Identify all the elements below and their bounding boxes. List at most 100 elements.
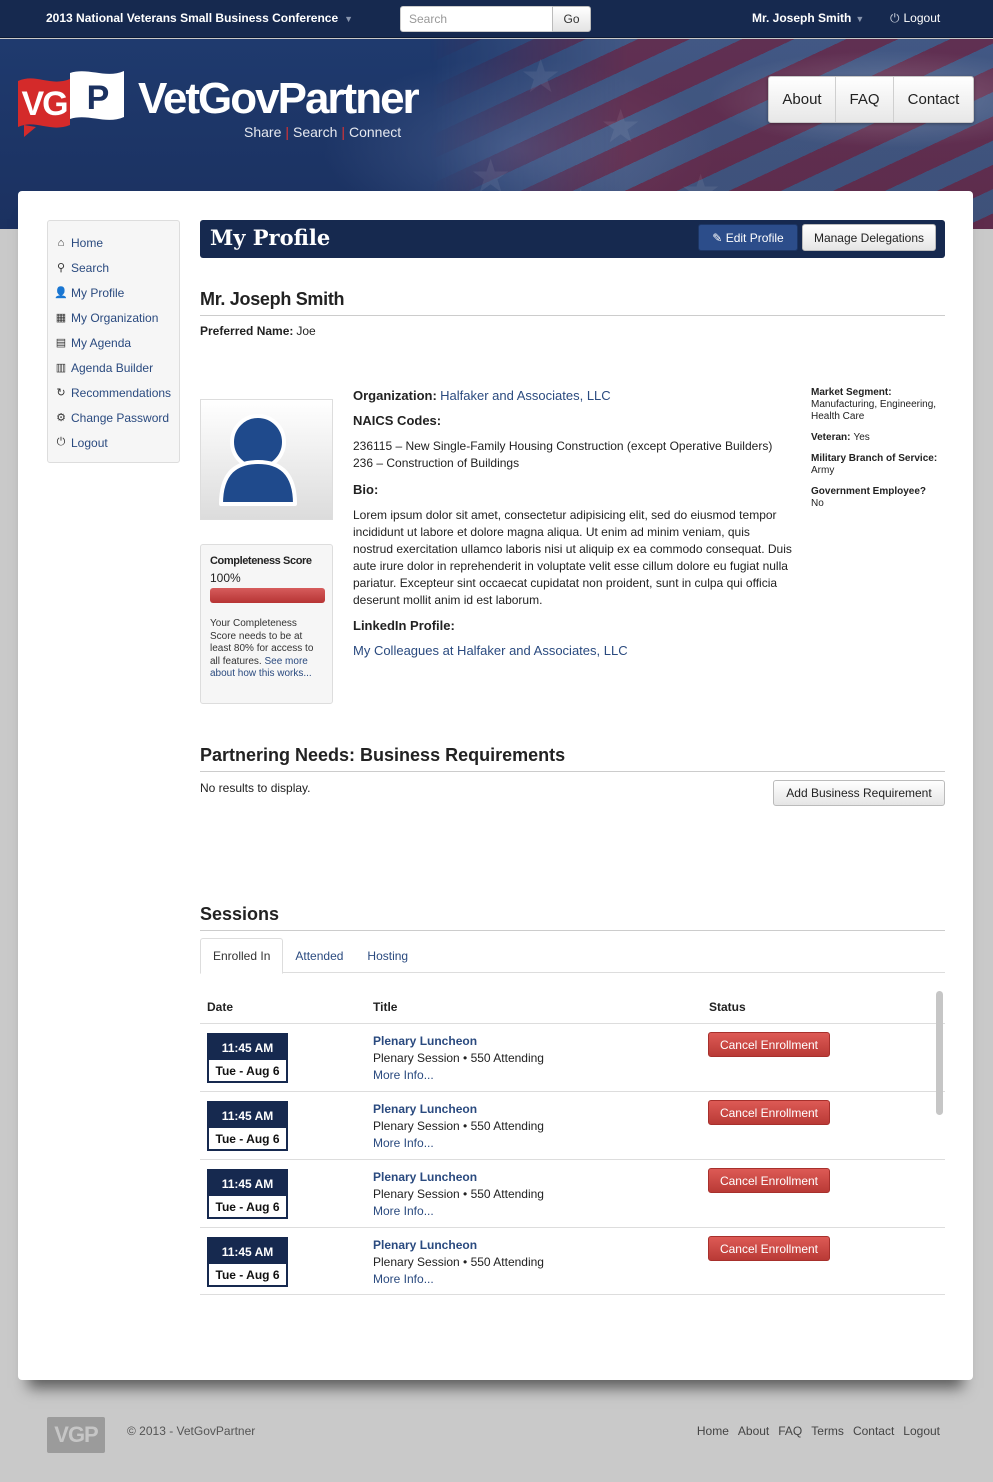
footer-link-logout[interactable]: Logout bbox=[903, 1424, 940, 1438]
table-row: 11:45 AM Tue - Aug 6 Plenary Luncheon Plena… bbox=[200, 1092, 945, 1160]
tagline-connect: Connect bbox=[349, 124, 402, 140]
tab-hosting[interactable]: Hosting bbox=[355, 938, 420, 973]
nav-faq[interactable]: FAQ bbox=[836, 77, 894, 122]
sessions-heading: Sessions bbox=[200, 904, 945, 931]
home-icon: ⌂ bbox=[57, 236, 65, 249]
main-card: ⌂ Home ⚲ Search 👤 My Profile ▦ My Organization ▤… bbox=[18, 191, 973, 1380]
more-info-link[interactable]: More Info... bbox=[373, 1271, 544, 1288]
session-title-link[interactable]: Plenary Luncheon bbox=[373, 1169, 544, 1186]
more-info-link[interactable]: More Info... bbox=[373, 1067, 544, 1084]
nav-about[interactable]: About bbox=[769, 77, 836, 122]
calendar-icon: ▥ bbox=[55, 362, 67, 374]
sidebar-item-home[interactable]: ⌂ Home bbox=[48, 230, 179, 255]
sidebar-item-logout[interactable]: ⏻ Logout bbox=[48, 430, 179, 455]
session-title-link[interactable]: Plenary Luncheon bbox=[373, 1033, 544, 1050]
table-row: 11:45 AM Tue - Aug 6 Plenary Luncheon Plena… bbox=[200, 1160, 945, 1228]
sidebar-item-my-profile[interactable]: 👤 My Profile bbox=[48, 280, 179, 305]
tagline-share: Share bbox=[244, 124, 282, 140]
avatar bbox=[200, 399, 333, 520]
footer-logo[interactable]: VGP bbox=[47, 1417, 105, 1453]
sidebar-item-search[interactable]: ⚲ Search bbox=[48, 255, 179, 280]
organization-link[interactable]: Halfaker and Associates, LLC bbox=[440, 388, 611, 403]
footer-link-contact[interactable]: Contact bbox=[853, 1424, 894, 1438]
no-results-text: No results to display. bbox=[200, 781, 311, 795]
edit-profile-button[interactable]: ✎ Edit Profile bbox=[698, 224, 798, 251]
table-row: 11:45 AM Tue - Aug 6 Plenary Luncheon Plena… bbox=[200, 1228, 945, 1294]
top-logout-link[interactable]: ⏻ Logout bbox=[890, 11, 940, 26]
session-day: Tue - Aug 6 bbox=[215, 1199, 280, 1214]
sessions-table[interactable]: Date Title Status 11:45 AM Tue - Aug 6 Ple… bbox=[200, 991, 945, 1295]
copyright: © 2013 - VetGovPartner bbox=[127, 1424, 256, 1438]
manage-delegations-button[interactable]: Manage Delegations bbox=[802, 224, 936, 251]
user-name: Mr. Joseph Smith bbox=[752, 11, 852, 25]
star-icon: ★ bbox=[600, 100, 642, 152]
conference-menu[interactable]: 2013 National Veterans Small Business Co… bbox=[46, 11, 353, 25]
cancel-enrollment-button[interactable]: Cancel Enrollment bbox=[708, 1100, 830, 1125]
main-nav: About FAQ Contact bbox=[768, 76, 974, 123]
date-badge: 11:45 AM Tue - Aug 6 bbox=[207, 1101, 288, 1151]
session-subtitle: Plenary Session • 550 Attending bbox=[373, 1255, 544, 1269]
search-icon: ⚲ bbox=[56, 262, 66, 274]
footer-link-terms[interactable]: Terms bbox=[811, 1424, 844, 1438]
chevron-down-icon: ▼ bbox=[855, 14, 865, 24]
table-scrollbar[interactable] bbox=[936, 991, 943, 1115]
sidebar-item-label: My Profile bbox=[71, 285, 125, 300]
meta-field: Veteran: Yes bbox=[811, 432, 956, 444]
search-input[interactable] bbox=[400, 6, 553, 32]
profile-meta: Market Segment: Manufacturing, Engineerin… bbox=[811, 387, 956, 519]
sidebar-item-label: Change Password bbox=[71, 410, 170, 425]
naics-label: NAICS Codes: bbox=[353, 413, 442, 428]
sidebar-item-label: Recommendations bbox=[71, 385, 172, 400]
nav-contact[interactable]: Contact bbox=[894, 77, 973, 122]
page-title: My Profile bbox=[210, 225, 331, 250]
sidebar-item-recommendations[interactable]: ↻ Recommendations bbox=[48, 380, 179, 405]
cancel-enrollment-button[interactable]: Cancel Enrollment bbox=[708, 1168, 830, 1193]
sidebar-item-change-password[interactable]: ⚙ Change Password bbox=[48, 405, 179, 430]
user-silhouette-icon bbox=[219, 414, 297, 506]
meta-value: Yes bbox=[853, 432, 870, 443]
grid-icon: ▦ bbox=[55, 312, 67, 324]
bio-label: Bio: bbox=[353, 482, 379, 497]
session-title-link[interactable]: Plenary Luncheon bbox=[373, 1237, 544, 1254]
completeness-panel: Completeness Score 100% Your Completenes… bbox=[200, 544, 333, 704]
star-icon: ★ bbox=[520, 50, 562, 102]
more-info-link[interactable]: More Info... bbox=[373, 1203, 544, 1220]
sidebar-item-my-agenda[interactable]: ▤ My Agenda bbox=[48, 330, 179, 355]
cancel-enrollment-button[interactable]: Cancel Enrollment bbox=[708, 1032, 830, 1057]
edit-profile-label: Edit Profile bbox=[725, 230, 784, 245]
more-info-link[interactable]: More Info... bbox=[373, 1135, 544, 1152]
brand-name: VetGovPartner bbox=[138, 74, 420, 123]
session-info: Plenary Luncheon Plenary Session • 550 At… bbox=[373, 1033, 544, 1084]
session-info: Plenary Luncheon Plenary Session • 550 At… bbox=[373, 1169, 544, 1220]
sidebar-item-label: Logout bbox=[71, 435, 108, 450]
user-menu[interactable]: Mr. Joseph Smith ▼ bbox=[752, 11, 864, 25]
vgp-logo[interactable]: VG P bbox=[16, 67, 128, 141]
meta-value: No bbox=[811, 498, 824, 509]
date-badge: 11:45 AM Tue - Aug 6 bbox=[207, 1033, 288, 1083]
column-status: Status bbox=[709, 1000, 746, 1014]
sidebar-item-agenda-builder[interactable]: ▥ Agenda Builder bbox=[48, 355, 179, 380]
refresh-icon: ↻ bbox=[56, 387, 66, 399]
tab-enrolled-in[interactable]: Enrolled In bbox=[200, 938, 284, 974]
meta-field: Market Segment: Manufacturing, Engineerin… bbox=[811, 387, 956, 423]
session-title-link[interactable]: Plenary Luncheon bbox=[373, 1101, 544, 1118]
linkedin-label: LinkedIn Profile: bbox=[353, 618, 455, 633]
session-time: 11:45 AM bbox=[209, 1035, 286, 1060]
add-business-requirement-button[interactable]: Add Business Requirement bbox=[773, 780, 945, 806]
footer-link-home[interactable]: Home bbox=[697, 1424, 729, 1438]
session-time: 11:45 AM bbox=[209, 1171, 286, 1196]
cancel-enrollment-button[interactable]: Cancel Enrollment bbox=[708, 1236, 830, 1261]
footer-link-faq[interactable]: FAQ bbox=[778, 1424, 802, 1438]
naics-code: 236 – Construction of Buildings bbox=[353, 456, 520, 470]
edit-icon: ✎ bbox=[712, 230, 723, 245]
tab-attended[interactable]: Attended bbox=[283, 938, 355, 973]
cog-icon: ⚙ bbox=[56, 412, 66, 424]
sidebar-item-label: My Organization bbox=[71, 310, 159, 325]
logo-letter-p: P bbox=[87, 79, 110, 117]
sidebar-item-label: Home bbox=[71, 235, 104, 250]
sidebar-item-my-organization[interactable]: ▦ My Organization bbox=[48, 305, 179, 330]
linkedin-link[interactable]: My Colleagues at Halfaker and Associates… bbox=[353, 643, 628, 658]
sidebar-item-label: Agenda Builder bbox=[71, 360, 154, 375]
search-go-button[interactable]: Go bbox=[552, 6, 591, 32]
footer-link-about[interactable]: About bbox=[738, 1424, 769, 1438]
